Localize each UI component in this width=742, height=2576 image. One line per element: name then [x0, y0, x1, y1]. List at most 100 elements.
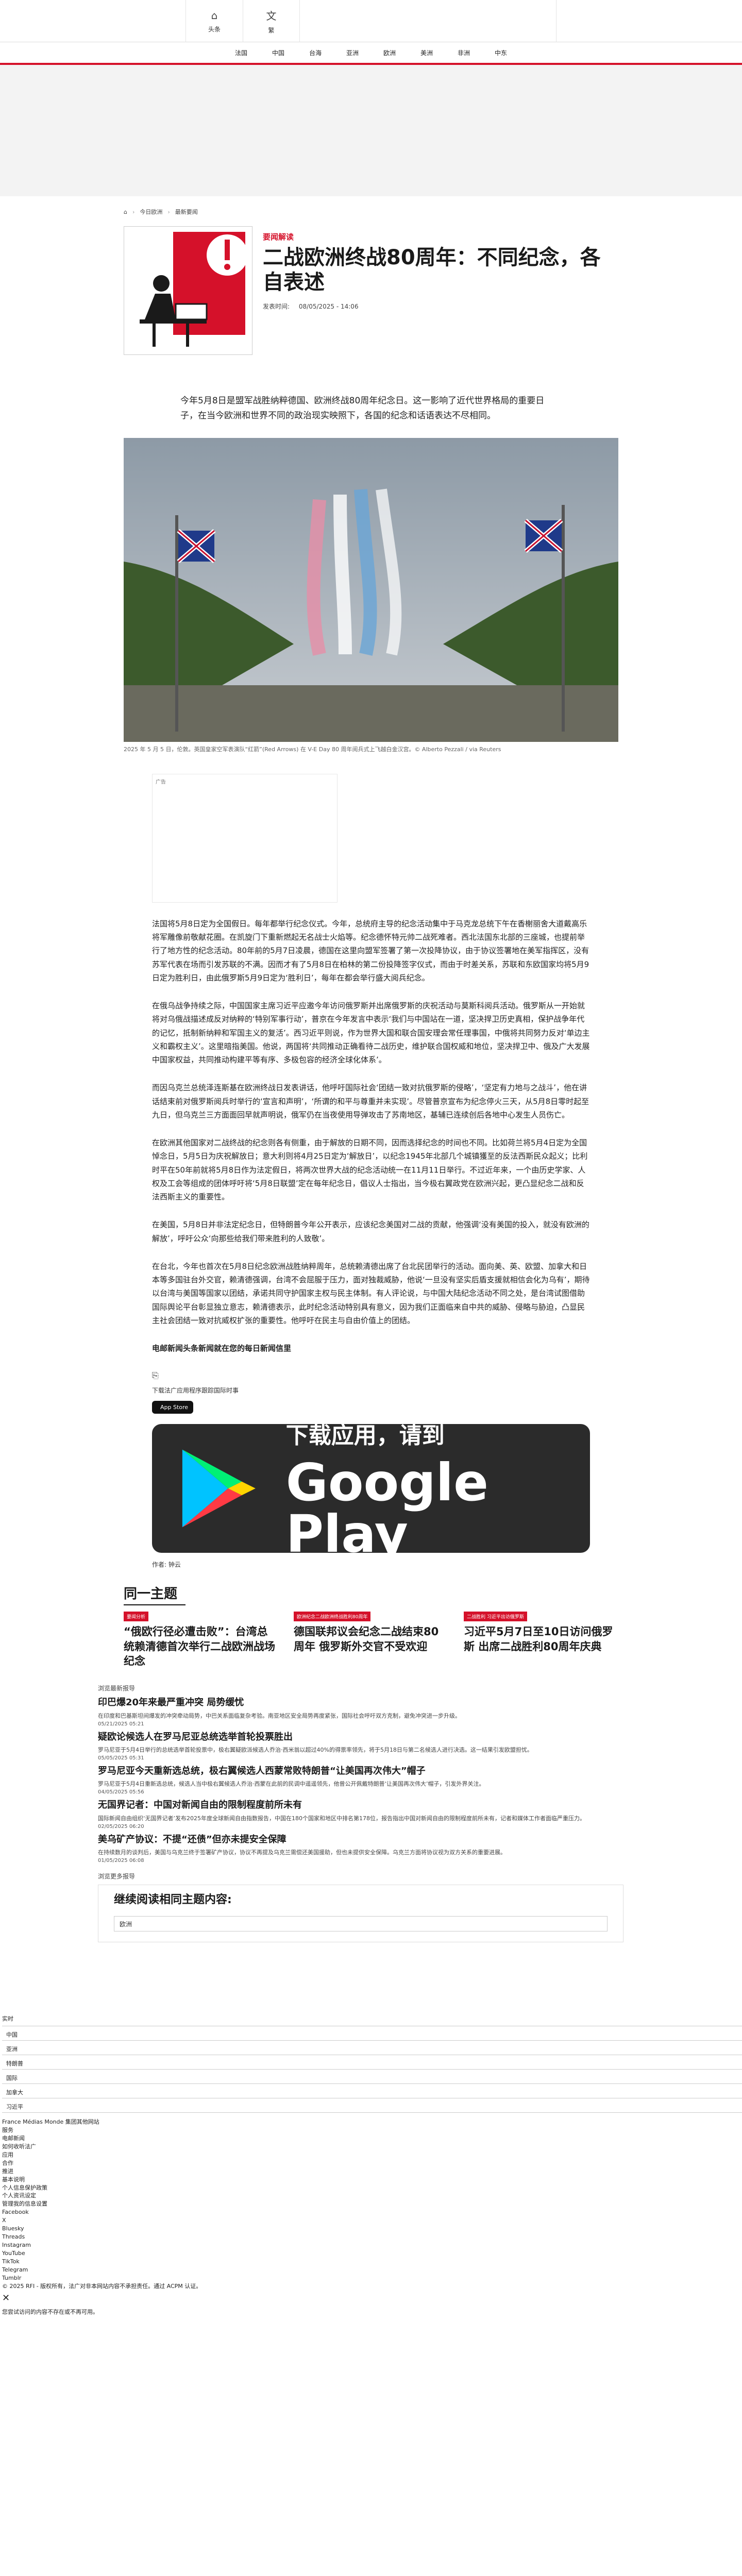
footer: 实时 中国 亚洲 特朗普 国际 加拿大 习近平 France Médias Mo…: [0, 2014, 742, 2316]
top-bar-spacer: [299, 0, 556, 42]
feed-item-title[interactable]: 无国界记者：中国对新闻自由的限制程度前所未有: [98, 1799, 644, 1811]
google-play-top-text: 下载应用，请到: [285, 1422, 445, 1449]
list-item[interactable]: 印巴爆20年来最严重冲突 局势缓忧 在印度和巴基斯坦间爆发的冲突牵动局势，中巴关…: [98, 1697, 644, 1726]
footer-link[interactable]: 基本说明: [2, 2176, 742, 2184]
latest-news-feed: 浏览最新报导 印巴爆20年来最严重冲突 局势缓忧 在印度和巴基斯坦间爆发的冲突牵…: [98, 1684, 644, 1880]
nav-item-asia[interactable]: 亚洲: [334, 48, 371, 57]
list-item[interactable]: 罗马尼亚今天重新选总统，极右翼候选人西蒙常败特朗普“让美国再次伟大”帽子 罗马尼…: [98, 1765, 644, 1795]
google-play-main-text: Google Play: [285, 1452, 488, 1565]
home-icon: ⌂: [211, 9, 218, 22]
newsletter-promo[interactable]: 电邮新闻头条新闻就在您的每日新闻信里: [152, 1342, 590, 1355]
footer-link[interactable]: 管理我的信息设置: [2, 2200, 742, 2208]
feed-item-title[interactable]: 疑欧论候选人在罗马尼亚总统选举首轮投票胜出: [98, 1731, 644, 1743]
app-store-label: App Store: [160, 1404, 189, 1411]
nav-item-africa[interactable]: 非洲: [445, 48, 482, 57]
topic-card[interactable]: 二战胜利 习近平出访俄罗斯 习近平5月7日至10日访问俄罗斯 出席二战胜利80周…: [464, 1612, 618, 1668]
article-paragraph: 在台北，今年也首次在5月8日纪念欧洲战胜纳粹周年，总统赖清德出席了台北民团举行的…: [152, 1261, 590, 1325]
feed-header: 浏览最新报导: [98, 1685, 136, 1692]
ad-band: [0, 65, 742, 196]
footer-link[interactable]: 应用: [2, 2151, 742, 2159]
google-play-text: 下载应用，请到 Google Play: [286, 1417, 590, 1560]
translate-label: 繁: [268, 27, 275, 34]
footer-link[interactable]: Threads: [2, 2233, 742, 2241]
app-download-promo: ⎘ 下载法广应用程序跟踪国际时事 App Store: [152, 1370, 590, 1414]
home-label: 头条: [208, 25, 221, 33]
nav-item-middle-east[interactable]: 中东: [482, 48, 519, 57]
home-icon[interactable]: ⌂: [124, 209, 127, 215]
topic-title[interactable]: 德国联邦议会纪念二战结束80周年 俄罗斯外交官不受欢迎: [294, 1624, 448, 1654]
article-photo: [124, 437, 618, 742]
home-button[interactable]: ⌂ 头条: [186, 0, 243, 42]
ad-label: 广告: [156, 779, 166, 785]
footer-link[interactable]: 合作: [2, 2159, 742, 2167]
same-topic-grid: 要闻分析 “俄欧行径必遭击败”：台湾总统赖清德首次举行二战欧洲战场纪念 欧洲纪念…: [124, 1612, 618, 1668]
share-button[interactable]: ⎘: [152, 1370, 590, 1381]
footer-link[interactable]: 服务: [2, 2126, 742, 2134]
topic-list-item[interactable]: 加拿大: [2, 2084, 742, 2099]
footer-link[interactable]: Facebook: [2, 2208, 742, 2216]
breadcrumb: ⌂ › 今日欧洲 › 最新要闻: [124, 208, 618, 216]
article-hero: 要闻解读 二战欧洲终战80周年：不同纪念，各自表述 发表时间: 08/05/20…: [124, 226, 618, 355]
article-paragraph: 在美国，5月8日并非法定纪念日，但特朗普今年公开表示，应该纪念美国对二战的贡献，…: [152, 1220, 589, 1243]
nav-item-americas[interactable]: 美洲: [408, 48, 445, 57]
feed-item-text: 在持续数月的谈判后，美国与乌克兰终于签署矿产协议，协议不再提及乌克兰需偿还美国援…: [98, 1849, 506, 1856]
list-item[interactable]: 疑欧论候选人在罗马尼亚总统选举首轮投票胜出 罗马尼亚于5月4日举行的总统选举首轮…: [98, 1731, 644, 1761]
nav-item-europe[interactable]: 欧洲: [371, 48, 408, 57]
topic-list-item[interactable]: 习近平: [2, 2098, 742, 2113]
footer-link[interactable]: 电邮新闻: [2, 2134, 742, 2143]
app-store-button[interactable]: App Store: [152, 1401, 194, 1414]
footer-link[interactable]: TikTok: [2, 2258, 742, 2266]
continue-reading-topic-field[interactable]: 欧洲: [114, 1916, 608, 1932]
topic-tag: 二战胜利 习近平出访俄罗斯: [464, 1612, 527, 1622]
google-play-banner[interactable]: 下载应用，请到 Google Play: [152, 1422, 590, 1560]
article-kicker: 要闻解读: [263, 232, 294, 242]
nav-item-taiwan[interactable]: 台海: [297, 48, 334, 57]
publish-date-label: 发表时间:: [263, 303, 290, 310]
nav-item-china[interactable]: 中国: [260, 48, 297, 57]
footer-link[interactable]: 个人信息保护政策: [2, 2184, 742, 2192]
breadcrumb-item[interactable]: 最新要闻: [175, 208, 198, 216]
list-item[interactable]: 美乌矿产协议：不提“还债”但亦未提安全保障 在持续数月的谈判后，美国与乌克兰终于…: [98, 1834, 644, 1863]
topic-list-item[interactable]: 中国: [2, 2026, 742, 2041]
google-play-icon: [182, 1449, 256, 1528]
publish-date: 发表时间: 08/05/2025 - 14:06: [263, 302, 618, 311]
footer-links: France Médias Monde 集团其他网站 服务 电邮新闻 如何收听法…: [2, 2118, 742, 2291]
copyright: © 2025 RFI - 版权所有，法广对非本网站内容不承担责任。通过 ACPM…: [2, 2282, 202, 2290]
list-item[interactable]: 无国界记者：中国对新闻自由的限制程度前所未有 国际新闻自由组织‘无国界记者’发布…: [98, 1799, 644, 1829]
topic-title[interactable]: “俄欧行径必遭击败”：台湾总统赖清德首次举行二战欧洲战场纪念: [124, 1624, 278, 1668]
nav-item-france[interactable]: 法国: [223, 48, 260, 57]
footer-link[interactable]: France Médias Monde 集团其他网站: [2, 2118, 742, 2126]
topic-card[interactable]: 欧洲纪念二战欧洲终战胜利80周年 德国联邦议会纪念二战结束80周年 俄罗斯外交官…: [294, 1612, 448, 1668]
article-paragraph: 在俄乌战争持续之际，中国国家主席习近平应邀今年访问俄罗斯并出席俄罗斯的庆祝活动与…: [152, 1001, 590, 1065]
footer-link[interactable]: Instagram: [2, 2241, 742, 2249]
feed-item-text: 国际新闻自由组织‘无国界记者’发布2025年度全球新闻自由指数报告，中国在180…: [98, 1815, 585, 1822]
topic-title[interactable]: 习近平5月7日至10日访问俄罗斯 出席二战胜利80周年庆典: [464, 1624, 618, 1654]
footer-link[interactable]: Telegram: [2, 2266, 742, 2274]
close-icon[interactable]: ✕: [2, 2293, 742, 2303]
footer-link[interactable]: Tumblr: [2, 2274, 742, 2282]
topic-list-item[interactable]: 亚洲: [2, 2041, 742, 2056]
footer-link[interactable]: 个人资讯设定: [2, 2192, 742, 2200]
feed-item-title[interactable]: 美乌矿产协议：不提“还债”但亦未提安全保障: [98, 1834, 644, 1846]
breadcrumb-item[interactable]: 今日欧洲: [140, 208, 162, 216]
footer-link[interactable]: YouTube: [2, 2249, 742, 2258]
article-paragraph: 而因乌克兰总统泽连斯基在欧洲终战日发表讲话，他呼吁国际社会‘团结一致对抗俄罗斯的…: [152, 1083, 589, 1120]
footer-link[interactable]: 如何收听法广: [2, 2143, 742, 2151]
feed-item-text: 罗马尼亚于5月4日举行的总统选举首轮投票中，极右翼疑欧派候选人乔治·西米翁以超过…: [98, 1746, 533, 1753]
topic-list-item[interactable]: 特朗普: [2, 2055, 742, 2070]
translate-icon: 文: [266, 10, 277, 22]
top-bar-inner: ⌂ 头条 文 繁: [185, 0, 556, 42]
footer-link[interactable]: Bluesky: [2, 2225, 742, 2233]
more-news-link[interactable]: 浏览更多报导: [98, 1872, 644, 1880]
topic-list: 中国 亚洲 特朗普 国际 加拿大 习近平: [2, 2026, 742, 2113]
realtime-label: 实时: [2, 2015, 13, 2023]
topic-card[interactable]: 要闻分析 “俄欧行径必遭击败”：台湾总统赖清德首次举行二战欧洲战场纪念: [124, 1612, 278, 1668]
feed-item-title[interactable]: 罗马尼亚今天重新选总统，极右翼候选人西蒙常败特朗普“让美国再次伟大”帽子: [98, 1765, 644, 1777]
footer-link[interactable]: X: [2, 2216, 742, 2225]
feed-item-date: 05/05/2025 05:31: [98, 1755, 144, 1761]
language-toggle-button[interactable]: 文 繁: [243, 0, 299, 42]
footer-link[interactable]: 推进: [2, 2167, 742, 2176]
topic-list-item[interactable]: 国际: [2, 2070, 742, 2084]
article-paragraph: 在欧洲其他国家对二战终战的纪念则各有侧重，由于解放的日期不同，因而选择纪念的时间…: [152, 1138, 588, 1202]
feed-item-title[interactable]: 印巴爆20年来最严重冲突 局势缓忧: [98, 1697, 644, 1709]
